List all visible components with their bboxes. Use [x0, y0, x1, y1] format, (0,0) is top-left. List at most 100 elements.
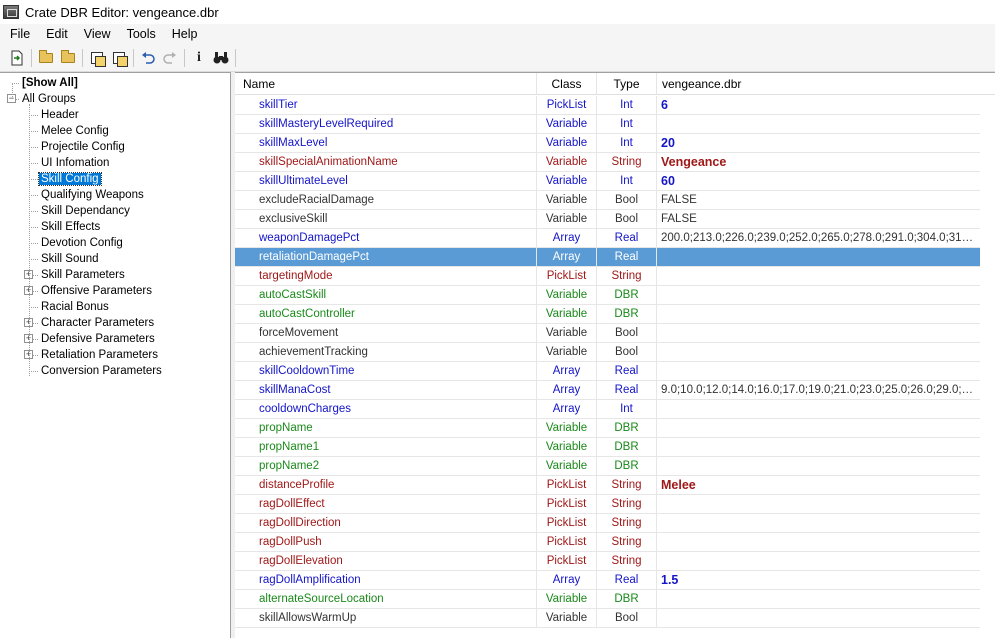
field-value[interactable]: 6: [657, 96, 978, 114]
table-row[interactable]: autoCastSkill Variable DBR: [235, 286, 980, 305]
table-row[interactable]: skillUltimateLevel Variable Int 60: [235, 172, 980, 191]
field-value[interactable]: [657, 438, 978, 456]
table-row[interactable]: propName2 Variable DBR: [235, 457, 980, 476]
table-row[interactable]: autoCastController Variable DBR: [235, 305, 980, 324]
table-row[interactable]: cooldownCharges Array Int: [235, 400, 980, 419]
table-row[interactable]: exclusiveSkill Variable Bool FALSE: [235, 210, 980, 229]
field-value[interactable]: FALSE: [657, 191, 978, 209]
column-header-type[interactable]: Type: [597, 73, 657, 95]
table-row[interactable]: retaliationDamagePct Array Real: [235, 248, 980, 267]
field-value[interactable]: 9.0;10.0;12.0;14.0;16.0;17.0;19.0;21.0;2…: [657, 381, 978, 399]
folder-icon[interactable]: [57, 47, 79, 69]
tree-item[interactable]: Skill Sound: [39, 251, 101, 267]
menu-help[interactable]: Help: [164, 24, 206, 45]
table-row[interactable]: ragDollAmplification Array Real 1.5: [235, 571, 980, 590]
redo-icon[interactable]: [159, 47, 181, 69]
menu-file[interactable]: File: [0, 24, 38, 45]
table-row[interactable]: targetingMode PickList String: [235, 267, 980, 286]
tree-item[interactable]: Racial Bonus: [39, 299, 111, 315]
table-row[interactable]: skillCooldownTime Array Real: [235, 362, 980, 381]
field-value[interactable]: [657, 248, 978, 266]
group-tree: [Show All] All Groups − Header Melee Config P…: [0, 72, 231, 638]
tree-item[interactable]: Devotion Config: [39, 235, 125, 251]
undo-icon[interactable]: [137, 47, 159, 69]
field-value[interactable]: [657, 533, 978, 551]
tree-item[interactable]: Qualifying Weapons: [39, 187, 146, 203]
tree-item[interactable]: Melee Config: [39, 123, 111, 139]
tree-item[interactable]: Defensive Parameters: [39, 331, 157, 347]
field-value[interactable]: [657, 286, 978, 304]
table-row[interactable]: skillTier PickList Int 6: [235, 96, 980, 115]
table-row[interactable]: alternateSourceLocation Variable DBR: [235, 590, 980, 609]
tree-item-label: Skill Sound: [41, 253, 99, 265]
table-row[interactable]: achievementTracking Variable Bool: [235, 343, 980, 362]
field-value[interactable]: 20: [657, 134, 978, 152]
copy-icon[interactable]: [86, 47, 108, 69]
field-value[interactable]: [657, 419, 978, 437]
table-row[interactable]: weaponDamagePct Array Real 200.0;213.0;226.…: [235, 229, 980, 248]
field-name: skillMasteryLevelRequired: [235, 115, 537, 133]
field-value[interactable]: [657, 552, 978, 570]
field-value[interactable]: [657, 457, 978, 475]
field-name: propName2: [235, 457, 537, 475]
field-value[interactable]: Melee: [657, 476, 978, 494]
info-icon[interactable]: i: [188, 47, 210, 69]
table-row[interactable]: ragDollDirection PickList String: [235, 514, 980, 533]
tree-item[interactable]: Skill Effects: [39, 219, 102, 235]
tree-item[interactable]: Skill Dependancy: [39, 203, 132, 219]
field-value[interactable]: [657, 324, 978, 342]
field-value[interactable]: [657, 115, 978, 133]
open-folder-icon[interactable]: [35, 47, 57, 69]
tree-item[interactable]: [Show All]: [20, 75, 80, 91]
tree-item[interactable]: Skill Parameters: [39, 267, 127, 283]
field-value[interactable]: [657, 343, 978, 361]
tree-item[interactable]: Offensive Parameters: [39, 283, 154, 299]
field-name: autoCastSkill: [235, 286, 537, 304]
table-row[interactable]: skillManaCost Array Real 9.0;10.0;12.0;14.0…: [235, 381, 980, 400]
menu-view[interactable]: View: [76, 24, 119, 45]
table-row[interactable]: skillAllowsWarmUp Variable Bool: [235, 609, 980, 628]
find-icon[interactable]: [210, 47, 232, 69]
field-value[interactable]: [657, 305, 978, 323]
column-header-name[interactable]: Name: [235, 73, 537, 95]
field-value[interactable]: 60: [657, 172, 978, 190]
field-value[interactable]: 1.5: [657, 571, 978, 589]
field-value[interactable]: [657, 267, 978, 285]
field-value[interactable]: FALSE: [657, 210, 978, 228]
tree-item[interactable]: Skill Config: [38, 171, 102, 187]
field-value[interactable]: [657, 495, 978, 513]
table-row[interactable]: propName Variable DBR: [235, 419, 980, 438]
tree-item[interactable]: UI Infomation: [39, 155, 111, 171]
field-value[interactable]: 200.0;213.0;226.0;239.0;252.0;265.0;278.…: [657, 229, 978, 247]
table-row[interactable]: skillMaxLevel Variable Int 20: [235, 134, 980, 153]
table-row[interactable]: propName1 Variable DBR: [235, 438, 980, 457]
table-row[interactable]: distanceProfile PickList String Melee: [235, 476, 980, 495]
open-record-icon[interactable]: [6, 47, 28, 69]
field-value[interactable]: [657, 514, 978, 532]
tree-item[interactable]: Character Parameters: [39, 315, 156, 331]
menu-tools[interactable]: Tools: [119, 24, 164, 45]
app-icon: [3, 5, 19, 19]
tree-item[interactable]: Header: [39, 107, 81, 123]
table-row[interactable]: ragDollElevation PickList String: [235, 552, 980, 571]
field-value[interactable]: [657, 362, 978, 380]
field-class: Variable: [537, 324, 597, 342]
field-value[interactable]: [657, 400, 978, 418]
table-row[interactable]: excludeRacialDamage Variable Bool FALSE: [235, 191, 980, 210]
tree-item-label: Skill Config: [38, 172, 102, 186]
field-value[interactable]: [657, 590, 978, 608]
paste-icon[interactable]: [108, 47, 130, 69]
tree-item[interactable]: Projectile Config: [39, 139, 127, 155]
table-row[interactable]: skillSpecialAnimationName Variable String V…: [235, 153, 980, 172]
table-row[interactable]: ragDollEffect PickList String: [235, 495, 980, 514]
tree-item[interactable]: Retaliation Parameters: [39, 347, 160, 363]
field-value[interactable]: [657, 609, 978, 627]
field-value[interactable]: Vengeance: [657, 153, 978, 171]
tree-item[interactable]: Conversion Parameters: [39, 363, 164, 379]
column-header-class[interactable]: Class: [537, 73, 597, 95]
table-row[interactable]: skillMasteryLevelRequired Variable Int: [235, 115, 980, 134]
table-row[interactable]: ragDollPush PickList String: [235, 533, 980, 552]
column-header-value[interactable]: vengeance.dbr: [657, 73, 995, 95]
menu-edit[interactable]: Edit: [38, 24, 76, 45]
table-row[interactable]: forceMovement Variable Bool: [235, 324, 980, 343]
